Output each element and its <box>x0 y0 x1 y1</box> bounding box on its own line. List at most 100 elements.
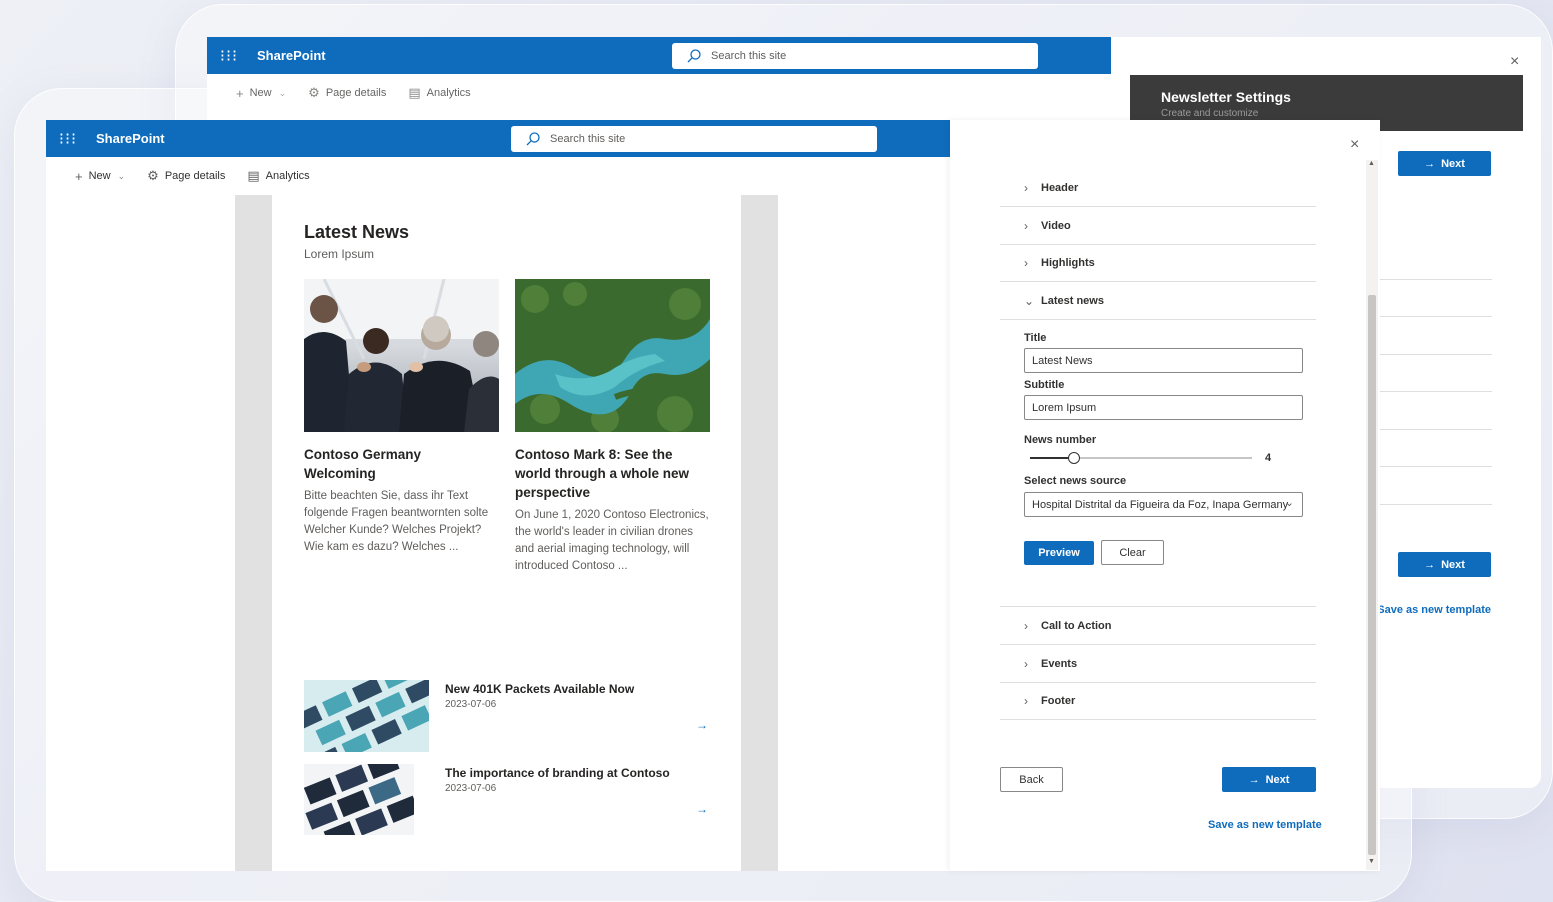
subtitle-field[interactable]: Lorem Ipsum <box>1024 395 1303 420</box>
news-source-dropdown[interactable]: Hospital Distrital da Figueira da Foz, I… <box>1024 492 1303 517</box>
chevron-right-icon: › <box>1024 218 1028 233</box>
news-heading: Latest News <box>304 222 410 242</box>
back-button[interactable]: Back <box>1000 767 1063 792</box>
people-applauding-icon <box>304 279 499 432</box>
suite-bar: ⁝⁝⁝ SharePoint Search this site <box>46 120 950 157</box>
list-item-title-1[interactable]: New 401K Packets Available Now <box>445 682 634 696</box>
back-search-box[interactable]: Search this site <box>672 43 1038 69</box>
chevron-right-icon: › <box>1024 618 1028 633</box>
app-launcher-icon[interactable]: ⁝⁝⁝ <box>219 46 239 66</box>
list-image-branding[interactable] <box>304 764 414 835</box>
slider-thumb[interactable] <box>1068 452 1080 464</box>
plus-icon: + <box>236 85 244 101</box>
clear-button[interactable]: Clear <box>1101 540 1164 565</box>
card-title-1[interactable]: Contoso Germany Welcoming <box>304 445 474 483</box>
chevron-right-icon: › <box>1024 255 1028 270</box>
search-icon <box>526 132 540 146</box>
canvas-left-gutter <box>235 195 272 871</box>
section-highlights-label: Highlights <box>1041 256 1095 269</box>
chevron-down-icon: ⌄ <box>278 87 287 98</box>
back-new-button[interactable]: + New ⌄ <box>236 86 286 101</box>
list-item-date-2: 2023-07-06 <box>445 783 497 794</box>
arrow-right-icon[interactable]: → <box>696 718 708 732</box>
card-text-1: Bitte beachten Sie, dass ihr Text folgen… <box>304 490 489 553</box>
brand[interactable]: SharePoint <box>96 131 165 146</box>
arrow-right-icon: → <box>1424 157 1436 170</box>
news-subheading: Lorem Ipsum <box>304 247 375 261</box>
news-source-value: Hospital Distrital da Figueira da Foz, I… <box>1032 498 1289 511</box>
list-item-date-1: 2023-07-06 <box>445 699 497 710</box>
back-page-details-button[interactable]: ⚙ Page details <box>308 85 386 101</box>
section-call-to-action[interactable]: › Call to Action <box>1000 607 1316 645</box>
back-new-label: New <box>249 87 272 99</box>
card-text-2: On June 1, 2020 Contoso Electronics, the… <box>515 509 709 572</box>
back-analytics-label: Analytics <box>426 87 471 99</box>
list-image-packets[interactable] <box>304 680 429 752</box>
back-next-button-top[interactable]: → Next <box>1398 151 1491 176</box>
list-item-title-2[interactable]: The importance of branding at Contoso <box>445 766 670 780</box>
next-label: Next <box>1265 773 1290 786</box>
newsletter-settings-subtitle: Create and customize <box>1161 108 1259 119</box>
section-call-to-action-label: Call to Action <box>1041 619 1112 632</box>
card-image-people[interactable] <box>304 279 499 432</box>
back-save-template-link[interactable]: Save as new template <box>1377 604 1491 616</box>
river-aerial-icon <box>515 279 710 432</box>
analytics-button[interactable]: ▤ Analytics <box>247 168 309 184</box>
chevron-down-icon: ⌄ <box>1024 293 1035 308</box>
news-number-slider[interactable] <box>1030 452 1252 464</box>
back-next-button-bottom[interactable]: → Next <box>1398 552 1491 577</box>
chevron-down-icon: ⌄ <box>1284 497 1294 509</box>
back-page-details-label: Page details <box>325 87 387 99</box>
subtitle-field-label: Subtitle <box>1024 379 1065 391</box>
back-divider <box>1380 391 1492 392</box>
back-divider <box>1380 466 1492 467</box>
next-button[interactable]: → Next <box>1222 767 1316 792</box>
back-brand[interactable]: SharePoint <box>257 48 326 63</box>
back-analytics-button[interactable]: ▤ Analytics <box>408 85 470 101</box>
news-number-label: News number <box>1024 434 1097 446</box>
section-latest-news-label: Latest news <box>1041 294 1104 307</box>
close-icon[interactable]: × <box>1350 136 1359 154</box>
gear-icon: ⚙ <box>308 85 320 100</box>
scroll-up-icon[interactable]: ▲ <box>1368 160 1375 167</box>
title-field[interactable]: Latest News <box>1024 348 1303 373</box>
section-video[interactable]: › Video <box>1000 207 1316 245</box>
branding-icon <box>304 764 414 835</box>
news-number-value: 4 <box>1265 452 1272 464</box>
section-video-label: Video <box>1041 219 1071 232</box>
section-footer-label: Footer <box>1041 694 1076 707</box>
card-title-2[interactable]: Contoso Mark 8: See the world through a … <box>515 445 710 502</box>
section-header-label: Header <box>1041 181 1079 194</box>
save-template-link[interactable]: Save as new template <box>1208 819 1322 831</box>
plus-icon: + <box>75 168 83 184</box>
back-close-icon[interactable]: × <box>1510 53 1519 71</box>
packets-icon <box>304 680 429 752</box>
section-highlights[interactable]: › Highlights <box>1000 244 1316 282</box>
section-header[interactable]: › Header <box>1000 169 1316 207</box>
arrow-right-icon: → <box>1424 558 1436 571</box>
preview-button[interactable]: Preview <box>1024 541 1094 565</box>
analytics-icon: ▤ <box>247 168 260 183</box>
chevron-right-icon: › <box>1024 693 1028 708</box>
subtitle-field-value: Lorem Ipsum <box>1032 401 1097 414</box>
card-image-river[interactable] <box>515 279 710 432</box>
back-search-placeholder: Search this site <box>711 50 787 62</box>
chevron-right-icon: › <box>1024 656 1028 671</box>
analytics-icon: ▤ <box>408 85 421 100</box>
new-button[interactable]: + New ⌄ <box>75 169 125 184</box>
panel-scrollbar-thumb[interactable] <box>1368 295 1376 855</box>
back-divider <box>1380 354 1492 355</box>
scroll-down-icon[interactable]: ▼ <box>1368 858 1375 865</box>
search-box[interactable]: Search this site <box>511 126 877 152</box>
arrow-right-icon: → <box>1248 773 1260 786</box>
section-footer[interactable]: › Footer <box>1000 682 1316 720</box>
section-latest-news[interactable]: ⌄ Latest news <box>1000 282 1316 320</box>
arrow-right-icon[interactable]: → <box>696 802 708 816</box>
page-details-button[interactable]: ⚙ Page details <box>147 168 225 184</box>
gear-icon: ⚙ <box>147 168 159 183</box>
newsletter-settings-title: Newsletter Settings <box>1161 89 1291 105</box>
news-source-label: Select news source <box>1024 475 1127 487</box>
app-launcher-icon[interactable]: ⁝⁝⁝ <box>58 129 78 149</box>
section-events[interactable]: › Events <box>1000 645 1316 683</box>
search-placeholder: Search this site <box>550 133 626 145</box>
